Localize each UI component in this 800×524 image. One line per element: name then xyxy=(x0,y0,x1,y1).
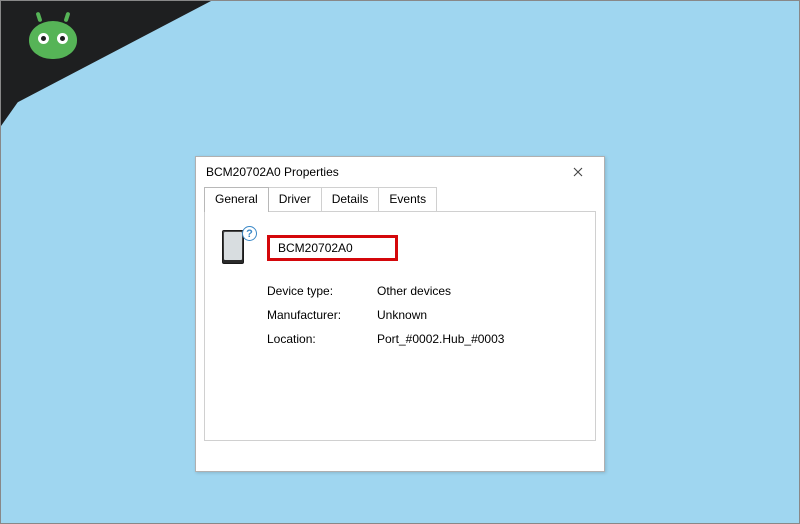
tab-driver[interactable]: Driver xyxy=(268,187,322,211)
brand-corner-badge xyxy=(1,1,221,131)
value-location: Port_#0002.Hub_#0003 xyxy=(377,332,581,346)
close-button[interactable] xyxy=(560,160,596,184)
properties-dialog: BCM20702A0 Properties General Driver Det… xyxy=(195,156,605,472)
device-name: BCM20702A0 xyxy=(278,241,353,255)
question-overlay-icon: ? xyxy=(242,226,257,241)
titlebar[interactable]: BCM20702A0 Properties xyxy=(196,157,604,187)
tabstrip: General Driver Details Events xyxy=(204,187,596,211)
tab-events[interactable]: Events xyxy=(378,187,437,211)
label-manufacturer: Manufacturer: xyxy=(267,308,377,322)
close-icon xyxy=(573,167,583,177)
label-location: Location: xyxy=(267,332,377,346)
tab-general[interactable]: General xyxy=(204,187,269,212)
robot-logo-icon xyxy=(23,11,83,71)
dialog-title: BCM20702A0 Properties xyxy=(206,165,560,179)
tab-panel-general: ? BCM20702A0 Device type: Other devices … xyxy=(204,211,596,441)
device-unknown-icon: ? xyxy=(219,228,255,268)
label-device-type: Device type: xyxy=(267,284,377,298)
device-info-grid: Device type: Other devices Manufacturer:… xyxy=(267,284,581,346)
value-device-type: Other devices xyxy=(377,284,581,298)
value-manufacturer: Unknown xyxy=(377,308,581,322)
tab-details[interactable]: Details xyxy=(321,187,380,211)
device-name-highlight: BCM20702A0 xyxy=(267,235,398,261)
